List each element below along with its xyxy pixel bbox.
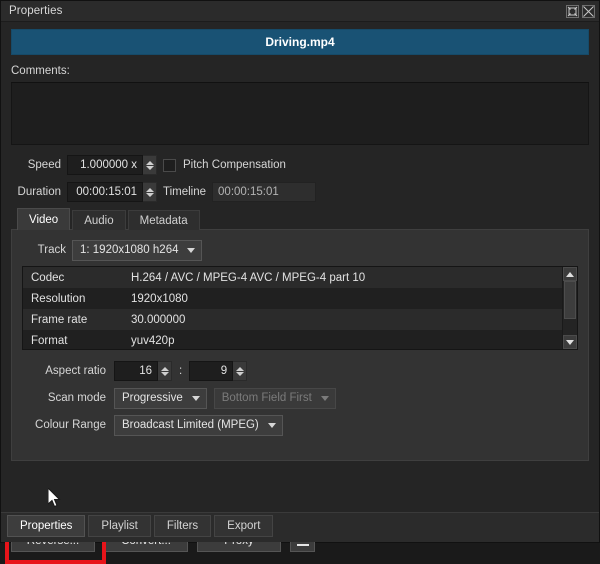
track-label: Track bbox=[37, 244, 66, 256]
properties-table-scrollbar[interactable] bbox=[562, 267, 577, 349]
speed-label: Speed bbox=[27, 159, 61, 171]
scroll-down-icon[interactable] bbox=[563, 335, 577, 349]
speed-input[interactable]: 1.000000 x bbox=[67, 155, 143, 175]
tab-metadata[interactable]: Metadata bbox=[127, 210, 200, 230]
duration-stepper[interactable] bbox=[143, 182, 157, 202]
speed-row: Speed 1.000000 x Pitch Compensation bbox=[11, 154, 589, 176]
track-row: Track 1: 1920x1080 h264 bbox=[22, 239, 578, 261]
scrollbar-track[interactable] bbox=[563, 281, 577, 335]
timeline-label: Timeline bbox=[163, 186, 207, 198]
pitch-compensation-checkbox[interactable] bbox=[163, 158, 176, 172]
field-order-value: Bottom Field First bbox=[221, 392, 312, 404]
bottom-tab-playlist[interactable]: Playlist bbox=[88, 515, 151, 537]
video-tab-pane: Track 1: 1920x1080 h264 Codec H.264 / AV… bbox=[11, 229, 589, 461]
duration-row: Duration 00:00:15:01 Timeline 00:00:15:0… bbox=[11, 181, 589, 203]
scan-mode-value: Progressive bbox=[122, 392, 183, 404]
scan-mode-row: Scan mode Progressive Bottom Field First bbox=[22, 387, 578, 409]
tab-video[interactable]: Video bbox=[17, 208, 71, 230]
bottom-tab-export[interactable]: Export bbox=[214, 515, 274, 537]
track-select-value: 1: 1920x1080 h264 bbox=[80, 244, 179, 256]
close-icon[interactable] bbox=[582, 4, 595, 18]
chevron-down-icon bbox=[187, 247, 196, 253]
scan-mode-label: Scan mode bbox=[47, 392, 106, 404]
bottom-tab-playlist-label: Playlist bbox=[101, 520, 138, 532]
aspect-ratio-row: Aspect ratio 16 : 9 bbox=[22, 360, 578, 382]
table-cell-key: Codec bbox=[31, 271, 65, 284]
duration-input[interactable]: 00:00:15:01 bbox=[67, 182, 143, 202]
table-row[interactable]: Format yuv420p bbox=[23, 330, 562, 349]
chevron-down-icon bbox=[320, 395, 329, 401]
chevron-down-icon bbox=[191, 395, 200, 401]
properties-panel-window: Properties Driving.mp4 Comments: Speed 1… bbox=[0, 0, 600, 564]
colour-range-row: Colour Range Broadcast Limited (MPEG) bbox=[22, 414, 578, 436]
table-cell-key: Frame rate bbox=[31, 313, 88, 326]
colour-range-value: Broadcast Limited (MPEG) bbox=[122, 419, 259, 431]
bottom-tab-properties[interactable]: Properties bbox=[7, 515, 86, 537]
float-window-icon[interactable] bbox=[566, 4, 579, 18]
aspect-ratio-denominator-stepper[interactable] bbox=[233, 361, 248, 381]
tab-video-label: Video bbox=[29, 213, 59, 226]
scrollbar-thumb[interactable] bbox=[564, 281, 576, 319]
bottom-tab-properties-label: Properties bbox=[20, 520, 73, 532]
aspect-ratio-numerator-input[interactable]: 16 bbox=[114, 361, 158, 381]
scroll-up-icon[interactable] bbox=[563, 267, 577, 281]
bottom-tab-bar: Properties Playlist Filters Export bbox=[1, 512, 599, 542]
titlebar-buttons bbox=[566, 4, 595, 18]
bottom-tab-filters[interactable]: Filters bbox=[153, 515, 212, 537]
aspect-ratio-denominator-input[interactable]: 9 bbox=[189, 361, 234, 381]
aspect-ratio-label: Aspect ratio bbox=[45, 365, 106, 377]
duration-label: Duration bbox=[17, 186, 61, 198]
aspect-ratio-separator: : bbox=[179, 365, 183, 377]
table-cell-key: Resolution bbox=[31, 292, 86, 305]
table-row[interactable]: Codec H.264 / AVC / MPEG-4 AVC / MPEG-4 … bbox=[23, 267, 562, 288]
file-name-text: Driving.mp4 bbox=[265, 35, 335, 49]
file-name-header: Driving.mp4 bbox=[11, 29, 589, 55]
window-title: Properties bbox=[9, 5, 63, 17]
comments-label: Comments: bbox=[11, 65, 70, 77]
table-cell-value: 30.000000 bbox=[131, 313, 186, 326]
field-order-select: Bottom Field First bbox=[213, 387, 336, 409]
media-tabs: Video Audio Metadata bbox=[11, 208, 589, 230]
comments-input[interactable] bbox=[11, 82, 589, 145]
table-cell-value: H.264 / AVC / MPEG-4 AVC / MPEG-4 part 1… bbox=[131, 271, 366, 284]
bottom-tab-export-label: Export bbox=[227, 520, 261, 532]
panel-body: Driving.mp4 Comments: Speed 1.000000 x P… bbox=[1, 22, 599, 522]
colour-range-label: Colour Range bbox=[35, 419, 106, 431]
bottom-tab-filters-label: Filters bbox=[166, 520, 199, 532]
table-cell-value: 1920x1080 bbox=[131, 292, 188, 305]
speed-stepper[interactable] bbox=[143, 155, 157, 175]
table-row[interactable]: Resolution 1920x1080 bbox=[23, 288, 562, 309]
colour-range-select[interactable]: Broadcast Limited (MPEG) bbox=[114, 414, 283, 436]
tab-audio-label: Audio bbox=[84, 214, 114, 227]
table-row[interactable]: Frame rate 30.000000 bbox=[23, 309, 562, 330]
tab-audio[interactable]: Audio bbox=[72, 210, 126, 230]
chevron-down-icon bbox=[267, 422, 276, 428]
timeline-value: 00:00:15:01 bbox=[212, 182, 317, 202]
aspect-ratio-numerator-stepper[interactable] bbox=[158, 361, 172, 381]
titlebar: Properties bbox=[1, 1, 599, 22]
pitch-compensation-label: Pitch Compensation bbox=[183, 159, 286, 171]
properties-table: Codec H.264 / AVC / MPEG-4 AVC / MPEG-4 … bbox=[22, 266, 578, 350]
track-select[interactable]: 1: 1920x1080 h264 bbox=[72, 239, 203, 261]
scan-mode-select[interactable]: Progressive bbox=[114, 387, 207, 409]
table-cell-key: Format bbox=[31, 334, 68, 347]
tab-metadata-label: Metadata bbox=[139, 214, 188, 227]
properties-table-body: Codec H.264 / AVC / MPEG-4 AVC / MPEG-4 … bbox=[23, 267, 562, 349]
table-cell-value: yuv420p bbox=[131, 334, 175, 347]
